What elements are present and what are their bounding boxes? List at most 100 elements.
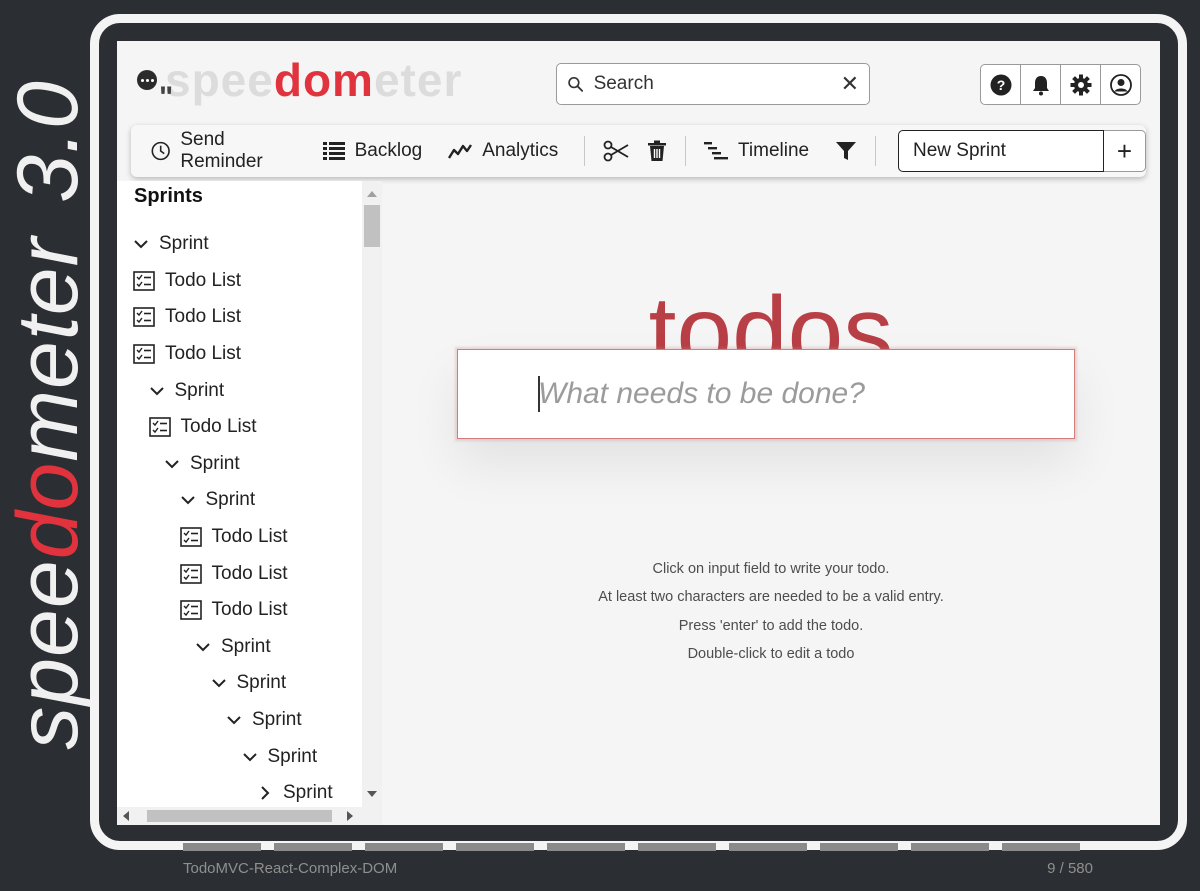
notifications-button[interactable] xyxy=(1020,64,1061,105)
toolbar: Send Reminder Backlog Analytics Timeline… xyxy=(131,125,1147,177)
todo-list-item[interactable]: Todo List xyxy=(117,263,362,300)
sprint-item[interactable]: Sprint xyxy=(117,372,362,409)
sprint-item[interactable]: Sprint xyxy=(117,702,362,739)
tree-item-label: Todo List xyxy=(165,306,242,328)
scroll-down-icon[interactable] xyxy=(367,791,377,797)
tree-item-label: Sprint xyxy=(159,233,209,255)
sprint-item[interactable]: Sprint xyxy=(117,446,362,483)
progress-segment xyxy=(1002,843,1080,851)
progress-segment xyxy=(365,843,443,851)
todo-list-item[interactable]: Todo List xyxy=(117,592,362,629)
tree-item-label: Todo List xyxy=(211,599,288,621)
sprint-item[interactable]: Sprint xyxy=(117,629,362,666)
app-logo: speedometer xyxy=(137,55,462,105)
tree-item-label: Todo List xyxy=(165,269,242,291)
gear-icon xyxy=(1070,74,1091,95)
analytics-button[interactable]: Analytics xyxy=(448,140,558,162)
scrollbar-thumb[interactable] xyxy=(364,205,380,247)
new-todo-input[interactable] xyxy=(458,350,1074,438)
help-line: Press 'enter' to add the todo. xyxy=(678,617,864,634)
new-sprint-input[interactable] xyxy=(898,130,1105,172)
app-screen: speedometer " ✕ ? xyxy=(117,41,1160,825)
todo-list-item[interactable]: Todo List xyxy=(117,409,362,446)
chevron-down-icon[interactable] xyxy=(242,749,258,765)
tree-item-label: Todo List xyxy=(165,343,242,365)
tree-item-label: Sprint xyxy=(236,672,287,694)
sprint-item[interactable]: Sprint xyxy=(117,482,362,519)
backlog-label: Backlog xyxy=(354,140,423,161)
chevron-right-icon[interactable] xyxy=(257,785,273,801)
benchmark-name: TodoMVC-React-Complex-DOM xyxy=(183,860,398,877)
version-label: 3.0 xyxy=(0,80,96,203)
horizontal-scrollbar[interactable] xyxy=(117,807,382,825)
list-icon xyxy=(322,142,345,160)
tree-item-label: Sprint xyxy=(267,745,318,767)
search-input[interactable] xyxy=(591,72,841,96)
search-icon xyxy=(568,76,584,92)
sprint-item[interactable]: Sprint xyxy=(117,665,362,702)
tree-item-label: Sprint xyxy=(174,379,225,401)
clock-icon xyxy=(151,141,170,161)
chevron-down-icon[interactable] xyxy=(164,456,180,472)
vertical-scrollbar[interactable] xyxy=(362,181,382,807)
tree-item-label: Todo List xyxy=(180,416,257,438)
backlog-button[interactable]: Backlog xyxy=(322,140,423,162)
checklist-icon xyxy=(179,563,202,584)
progress-segment xyxy=(911,843,989,851)
scrollbar-thumb[interactable] xyxy=(147,810,332,822)
add-sprint-button[interactable]: + xyxy=(1104,130,1147,172)
scroll-left-icon[interactable] xyxy=(123,811,129,821)
chevron-down-icon[interactable] xyxy=(211,675,227,691)
timeline-button[interactable]: Timeline xyxy=(704,140,809,162)
timeline-icon xyxy=(704,142,729,160)
progress-segment xyxy=(547,843,625,851)
sprint-item[interactable]: Sprint xyxy=(117,775,362,812)
text-caret xyxy=(538,376,540,412)
help-button[interactable]: ? xyxy=(980,64,1021,105)
send-reminder-button[interactable]: Send Reminder xyxy=(151,129,297,173)
help-icon: ? xyxy=(990,74,1011,95)
toolbar-divider xyxy=(685,136,687,166)
checklist-icon xyxy=(133,307,155,328)
tree-item-label: Sprint xyxy=(205,489,256,511)
checklist-icon xyxy=(133,344,155,364)
filter-button[interactable] xyxy=(835,140,857,162)
tree-item-label: Sprint xyxy=(190,452,240,474)
benchmark-progress-bar xyxy=(183,843,1093,851)
settings-button[interactable] xyxy=(1060,64,1101,105)
toolbar-divider xyxy=(875,136,877,166)
cut-button[interactable] xyxy=(603,140,629,162)
chevron-down-icon[interactable] xyxy=(133,236,149,252)
sprint-tree: Sprint Todo List Todo List Todo List Sprint T… xyxy=(117,226,362,812)
chevron-down-icon[interactable] xyxy=(226,712,242,728)
chevron-down-icon[interactable] xyxy=(195,639,211,655)
checklist-icon xyxy=(179,527,202,547)
checklist-icon xyxy=(148,417,171,438)
tree-item-label: Sprint xyxy=(221,635,271,657)
timeline-label: Timeline xyxy=(738,140,810,161)
progress-segment xyxy=(456,843,534,851)
menu-dots-icon[interactable] xyxy=(137,70,157,90)
tree-item-label: Todo List xyxy=(211,526,288,548)
tree-item-label: Sprint xyxy=(283,782,333,804)
close-icon[interactable]: ✕ xyxy=(841,73,859,95)
scroll-up-icon[interactable] xyxy=(367,191,377,197)
filter-icon xyxy=(836,142,857,160)
chevron-down-icon[interactable] xyxy=(149,383,165,399)
scroll-right-icon[interactable] xyxy=(347,811,353,821)
new-todo-box xyxy=(457,349,1075,439)
sidebar-title: Sprints xyxy=(134,185,203,207)
sprint-item[interactable]: Sprint xyxy=(117,226,362,263)
vertical-brand: speedometer3.0 xyxy=(0,0,96,891)
help-line: At least two characters are needed to be… xyxy=(598,589,944,606)
sprint-item[interactable]: Sprint xyxy=(117,738,362,775)
search-box[interactable]: ✕ xyxy=(556,63,870,105)
todo-list-item[interactable]: Todo List xyxy=(117,519,362,556)
chevron-down-icon[interactable] xyxy=(180,492,196,508)
todo-list-item[interactable]: Todo List xyxy=(117,336,362,373)
help-line: Double-click to edit a todo xyxy=(687,645,855,662)
delete-button[interactable] xyxy=(647,140,667,162)
todo-list-item[interactable]: Todo List xyxy=(117,299,362,336)
todo-list-item[interactable]: Todo List xyxy=(117,555,362,592)
profile-button[interactable] xyxy=(1100,64,1141,105)
